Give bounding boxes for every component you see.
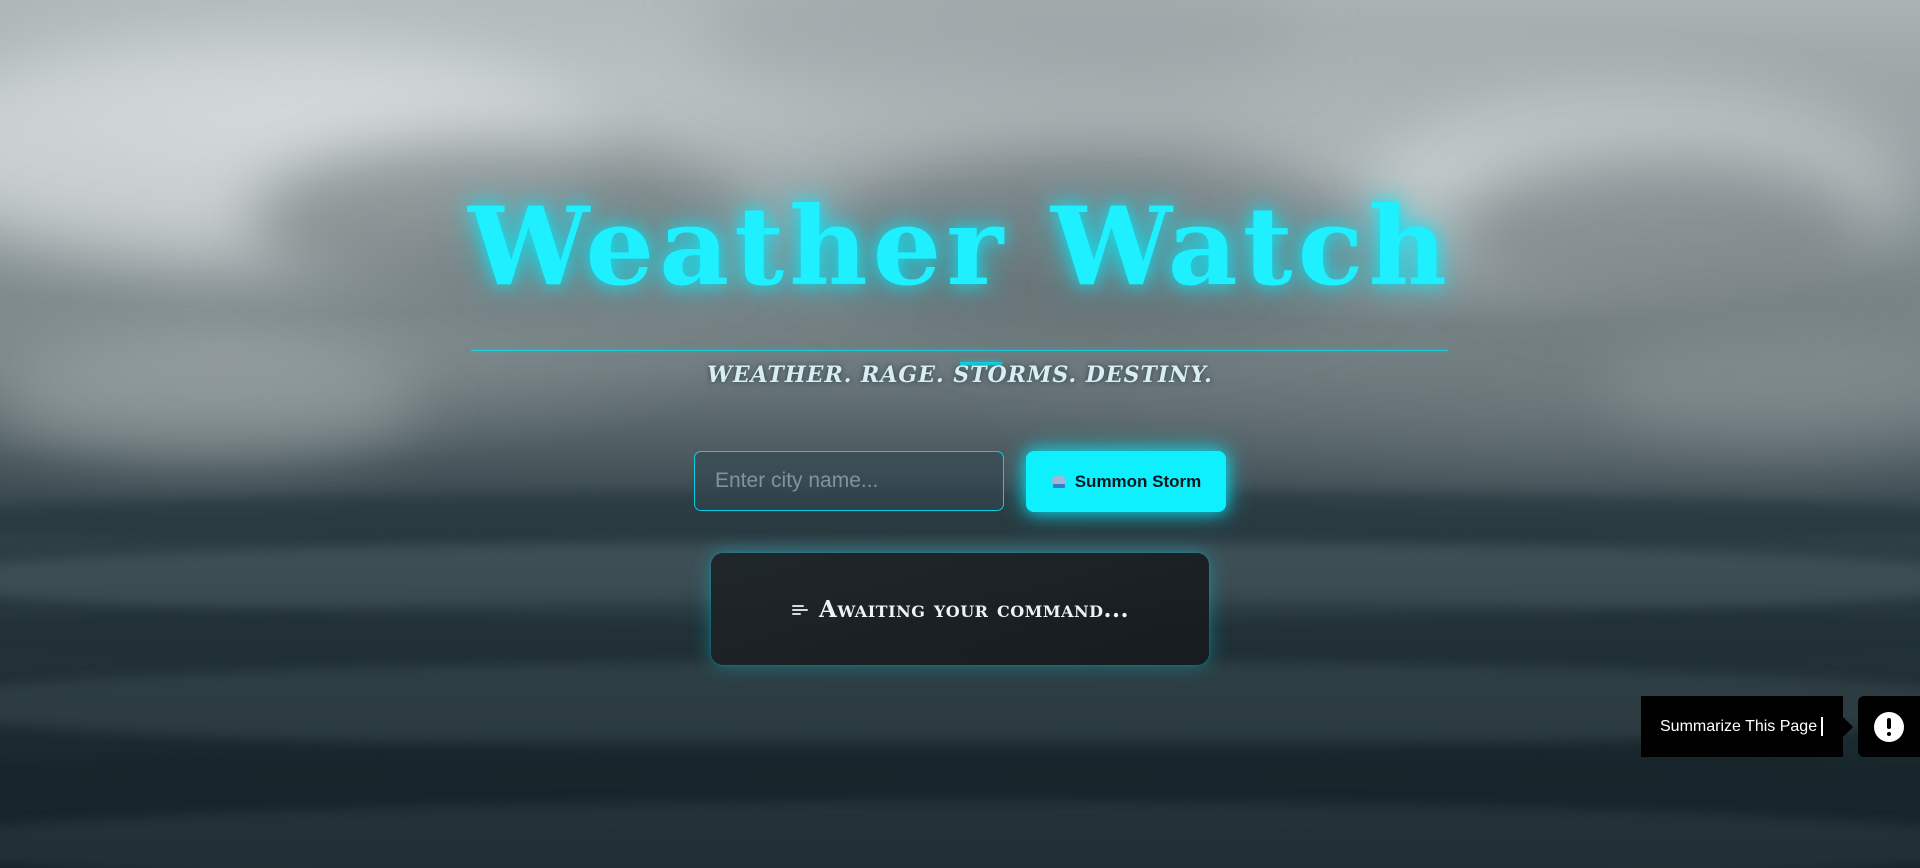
chat-widget-button[interactable] [1858, 696, 1920, 757]
tagline: WEATHER. RAGE. STORMS. DESTINY. [707, 362, 1213, 388]
summon-storm-button[interactable]: Summon Storm [1026, 451, 1226, 512]
city-search-input[interactable] [694, 451, 1004, 511]
wind-icon [791, 603, 809, 615]
summon-storm-label: Summon Storm [1074, 471, 1202, 491]
title-divider [471, 350, 1448, 351]
cloud-lightning-icon [1051, 475, 1067, 489]
status-card: Awaiting your command... [711, 553, 1209, 665]
tooltip-arrow [1843, 717, 1853, 737]
text-caret [1821, 717, 1824, 736]
summarize-label: Summarize This Page [1660, 717, 1818, 735]
status-message: Awaiting your command... [818, 595, 1130, 623]
summarize-page-button[interactable]: Summarize This Page [1641, 696, 1843, 757]
stormy-sea-background [0, 0, 1920, 868]
page-title: Weather Watch [468, 184, 1452, 310]
